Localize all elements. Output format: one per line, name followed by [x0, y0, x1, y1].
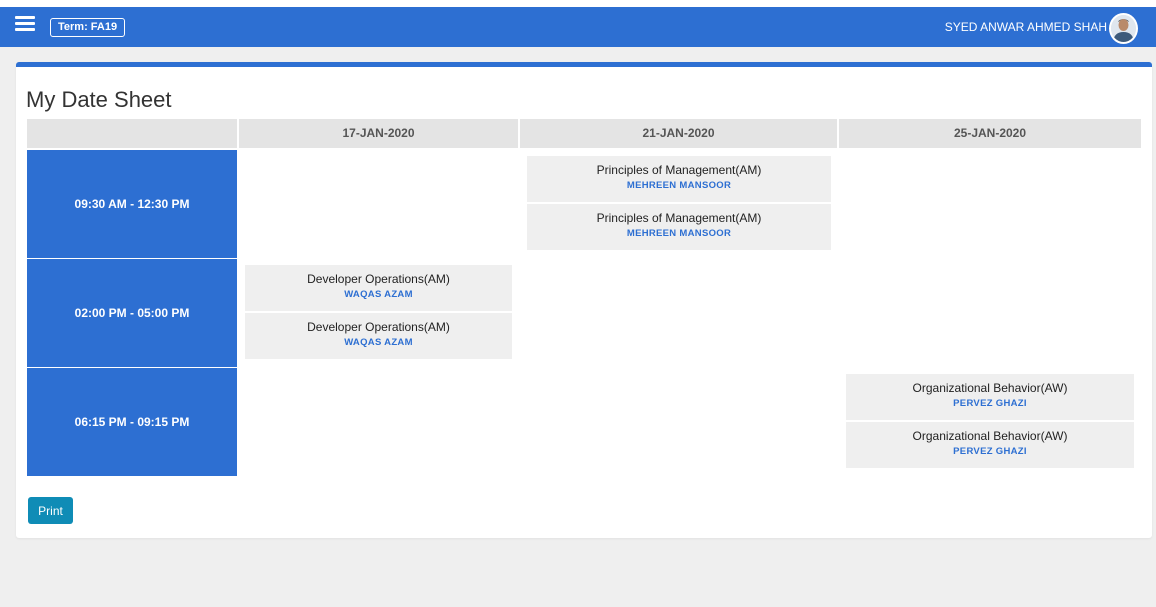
user-name[interactable]: SYED ANWAR AHMED SHAH [945, 20, 1107, 34]
exam-teacher-name: WAQAS AZAM [344, 337, 413, 348]
avatar-photo-icon [1111, 15, 1136, 42]
exam-teacher-name: PERVEZ GHAZI [953, 398, 1027, 409]
exam-entry[interactable]: Developer Operations(AM) WAQAS AZAM [245, 265, 512, 311]
time-slot-cell: 02:00 PM - 05:00 PM [27, 259, 237, 367]
top-strip [0, 0, 1156, 7]
top-navbar: Term: FA19 SYED ANWAR AHMED SHAH [0, 7, 1156, 47]
hamburger-menu-icon[interactable] [15, 16, 35, 32]
exam-entry[interactable]: Principles of Management(AM) MEHREEN MAN… [527, 204, 831, 250]
date-header: 21-JAN-2020 [520, 119, 837, 148]
exam-course-name: Developer Operations(AM) [307, 272, 450, 286]
exam-teacher-name: MEHREEN MANSOOR [626, 180, 732, 191]
exam-course-name: Organizational Behavior(AW) [912, 429, 1068, 443]
exam-teacher-name: PERVEZ GHAZI [953, 446, 1027, 457]
exam-teacher-name: MEHREEN MANSOOR [626, 228, 732, 239]
exam-teacher-name: WAQAS AZAM [344, 289, 413, 300]
page-title: My Date Sheet [26, 87, 172, 112]
exam-entry[interactable]: Organizational Behavior(AW) PERVEZ GHAZI [846, 374, 1134, 420]
print-button[interactable]: Print [28, 497, 73, 524]
datesheet-card: My Date Sheet 17-JAN-2020 21-JAN-2020 25… [16, 62, 1152, 538]
header-corner-cell [27, 119, 237, 148]
exam-course-name: Organizational Behavior(AW) [912, 381, 1068, 395]
datesheet-table: 17-JAN-2020 21-JAN-2020 25-JAN-2020 09:3… [27, 119, 1141, 476]
term-badge[interactable]: Term: FA19 [50, 18, 126, 37]
exam-course-name: Principles of Management(AM) [596, 211, 762, 225]
time-slot-cell: 06:15 PM - 09:15 PM [27, 368, 237, 476]
exam-entry[interactable]: Developer Operations(AM) WAQAS AZAM [245, 313, 512, 359]
exam-course-name: Principles of Management(AM) [596, 163, 762, 177]
exam-entry[interactable]: Organizational Behavior(AW) PERVEZ GHAZI [846, 422, 1134, 468]
exam-course-name: Developer Operations(AM) [307, 320, 450, 334]
date-header: 17-JAN-2020 [239, 119, 518, 148]
date-header: 25-JAN-2020 [839, 119, 1141, 148]
exam-entry[interactable]: Principles of Management(AM) MEHREEN MAN… [527, 156, 831, 202]
time-slot-cell: 09:30 AM - 12:30 PM [27, 150, 237, 258]
user-avatar[interactable] [1109, 13, 1138, 44]
